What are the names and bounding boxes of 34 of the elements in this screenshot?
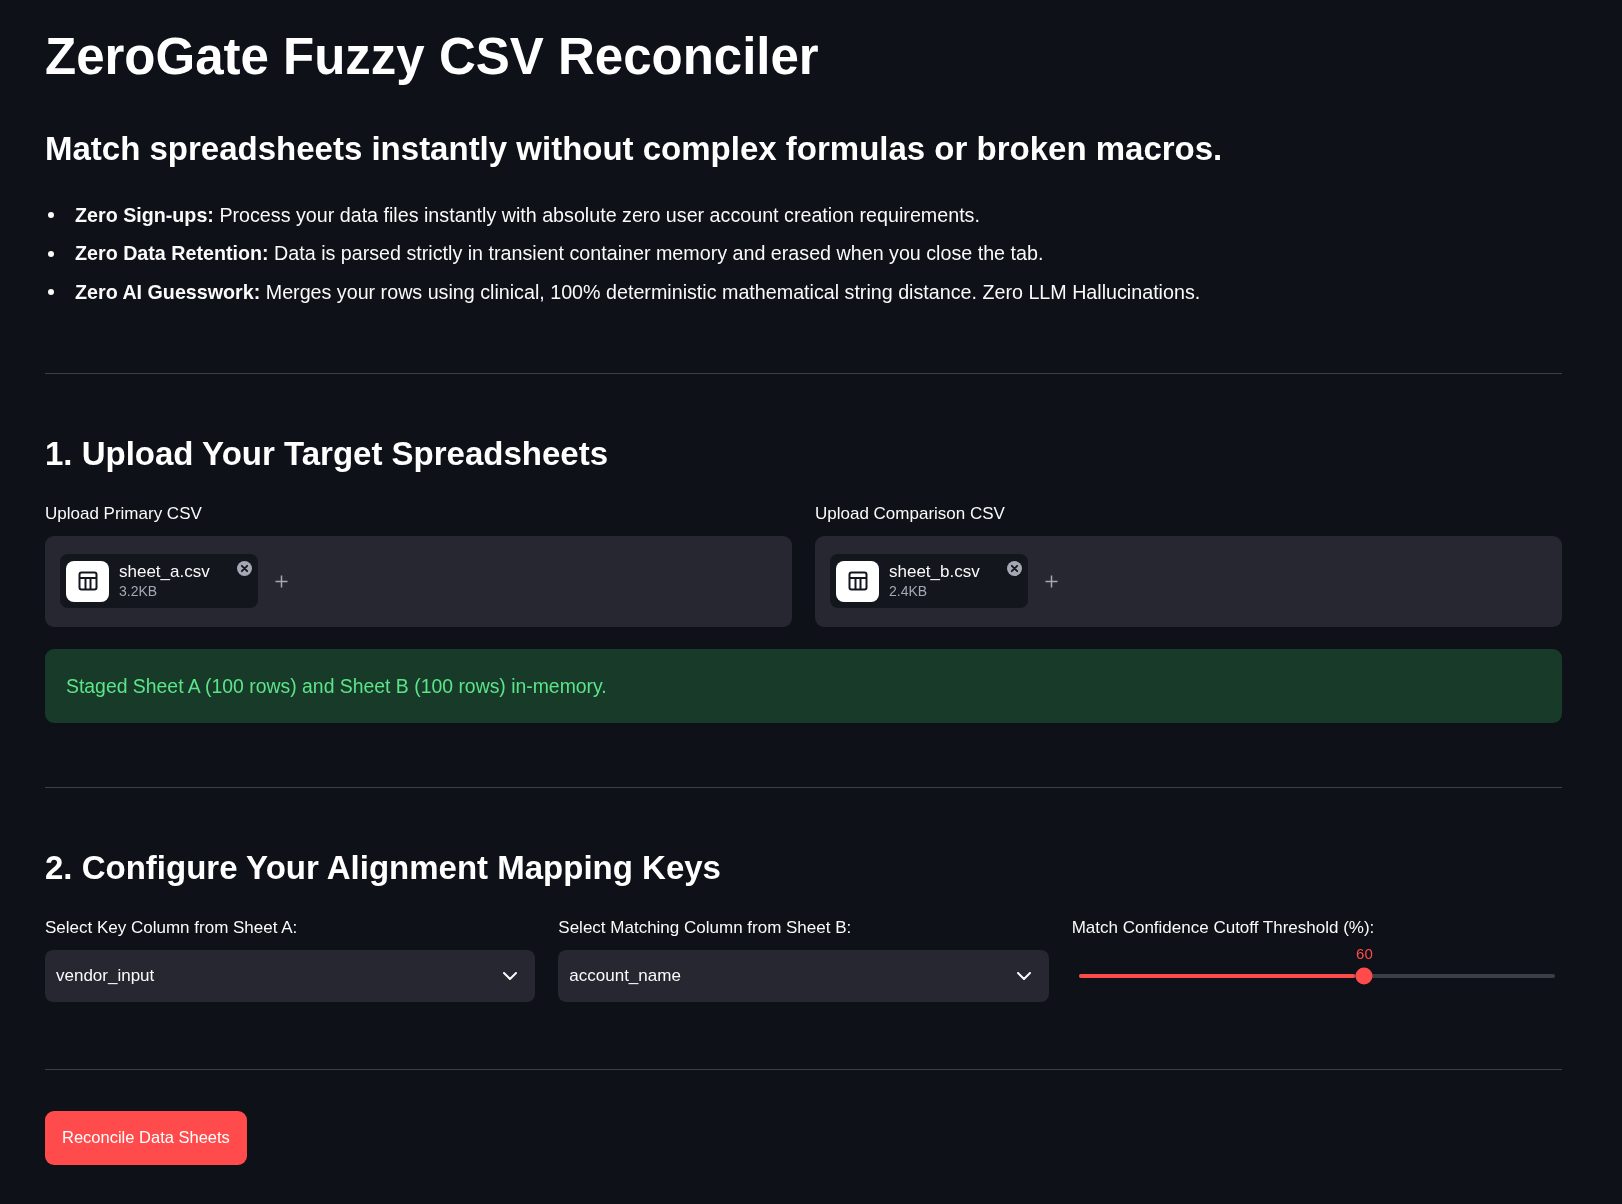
select-label: Select Matching Column from Sheet B:	[558, 916, 852, 939]
close-icon[interactable]	[1007, 561, 1022, 576]
file-size: 3.2KB	[119, 582, 159, 601]
plus-icon[interactable]	[1045, 574, 1058, 588]
bullet-icon	[48, 250, 54, 257]
feature-text: Zero Sign-ups: Process your data files instantly with absolute zero user account creation requirements.	[75, 202, 980, 228]
close-icon[interactable]	[237, 561, 252, 576]
feature-text: Zero AI Guesswork: Merges your rows using clinical, 100% deterministic mathematical string distance. Zero LLM Hallucinations.	[75, 279, 1201, 305]
feature-text: Zero Data Retention: Data is parsed strictly in transient container memory and erased when you close the tab.	[75, 241, 1044, 267]
select-label: Select Key Column from Sheet A:	[45, 916, 298, 939]
page-subtitle: Match spreadsheets instantly without complex formulas or broken macros.	[45, 130, 1223, 167]
file-dropzone[interactable]: sheet_b.csv 2.4KB	[815, 535, 1562, 627]
plus-icon[interactable]	[275, 574, 288, 588]
bullet-icon	[48, 289, 54, 296]
uploader-label: Upload Primary CSV	[45, 502, 202, 525]
table-icon	[66, 560, 109, 602]
file-size: 2.4KB	[889, 582, 929, 601]
table-icon	[836, 560, 879, 602]
alert-message: Staged Sheet A (100 rows) and Sheet B (100 rows) in-memory.	[66, 673, 607, 698]
section-heading: 2. Configure Your Alignment Mapping Keys	[45, 848, 721, 886]
uploader-label: Upload Comparison CSV	[815, 502, 1005, 525]
page-title: ZeroGate Fuzzy CSV Reconciler	[45, 29, 819, 85]
file-name: sheet_a.csv	[119, 561, 211, 582]
slider-thumb[interactable]	[1355, 967, 1373, 984]
slider-label: Match Confidence Cutoff Threshold (%):	[1071, 916, 1375, 939]
file-dropzone[interactable]: sheet_a.csv 3.2KB	[45, 535, 792, 627]
chevron-down-icon	[1016, 971, 1031, 980]
bullet-icon	[48, 212, 54, 219]
slider-value: 60	[1356, 944, 1373, 963]
file-name: sheet_b.csv	[889, 561, 981, 582]
chevron-down-icon	[503, 971, 518, 980]
dropdown-select[interactable]: account_name	[558, 949, 1049, 1002]
dropdown-select[interactable]: vendor_input	[45, 949, 536, 1002]
section-heading: 1. Upload Your Target Spreadsheets	[45, 434, 608, 472]
